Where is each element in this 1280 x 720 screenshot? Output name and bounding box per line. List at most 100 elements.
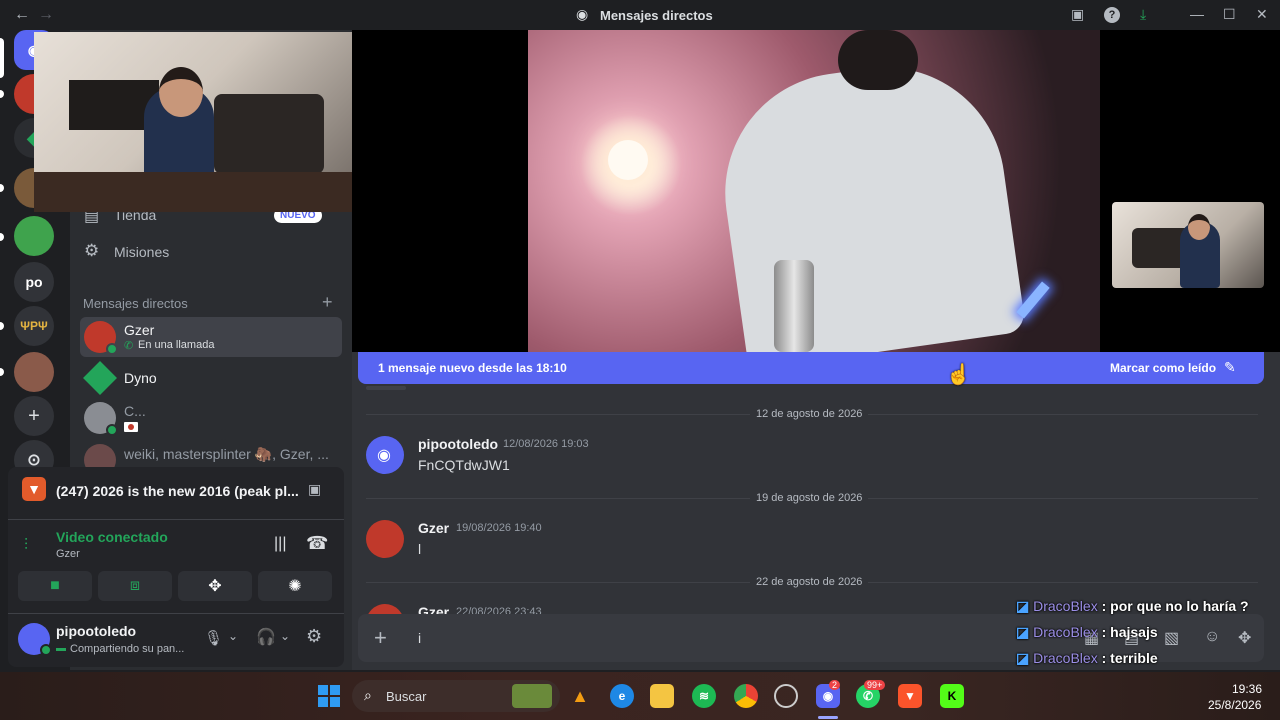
server-po[interactable]: po xyxy=(14,262,54,302)
discord-badge: 2 xyxy=(829,680,841,690)
add-dm-button[interactable]: + xyxy=(322,292,333,313)
soundboard-button[interactable]: ✺ xyxy=(258,571,332,601)
date-label: 22 de agosto de 2026 xyxy=(750,576,869,588)
taskbar-search[interactable]: ⌕ Buscar xyxy=(352,680,560,712)
stream-chat-line: ◪ DracoBlex : por que no lo haría ? xyxy=(1016,598,1249,615)
new-messages-bar[interactable]: 1 mensaje nuevo desde las 18:10 Marcar c… xyxy=(358,352,1264,384)
dm-item-dyno[interactable]: Dyno xyxy=(80,358,342,398)
partial-message xyxy=(366,386,406,390)
stop-stream-icon[interactable]: ▣ xyxy=(308,481,321,498)
server-psi[interactable]: ΨPΨ xyxy=(14,306,54,346)
dm-status: En una llamada xyxy=(138,339,215,351)
online-status-icon xyxy=(40,644,52,656)
unread-pill xyxy=(0,184,4,192)
user-status: Compartiendo su pan... xyxy=(70,643,185,655)
window-title: Mensajes directos xyxy=(600,8,713,23)
clock-date[interactable]: 25/8/2026 xyxy=(1208,698,1261,712)
activities-button[interactable]: ✥ xyxy=(178,571,252,601)
dm-item-gzer[interactable]: Gzer ✆ En una llamada xyxy=(80,317,342,357)
back-arrow-icon[interactable]: ← xyxy=(14,6,30,24)
person-hoodie xyxy=(709,51,1027,352)
divider xyxy=(8,613,344,614)
microphone-icon[interactable]: 🎙 xyxy=(204,629,223,647)
voice-status[interactable]: Video conectado xyxy=(56,529,168,545)
stream-chat-line: ◪ DracoBlex : terrible xyxy=(1016,650,1158,667)
add-server-icon[interactable]: + xyxy=(14,396,54,436)
headphones-icon[interactable]: 🎧 xyxy=(256,627,276,647)
chat-area: 12 de agosto de 2026 ◉ pipootoledo 12/08… xyxy=(352,352,1280,670)
self-video-pip[interactable] xyxy=(1112,202,1264,288)
search-icon: ⌕ xyxy=(364,687,372,703)
chevron-down-icon[interactable]: ⌄ xyxy=(280,629,290,643)
message-avatar[interactable] xyxy=(366,520,404,558)
active-indicator xyxy=(818,716,838,719)
apps-icon[interactable]: ✥ xyxy=(1238,628,1251,648)
message-time: 19/08/2026 19:40 xyxy=(456,522,542,534)
discord-logo-icon: ◉ xyxy=(377,447,391,464)
kick-icon[interactable]: K xyxy=(940,684,964,708)
voice-panel: ▼ (247) 2026 is the new 2016 (peak pl...… xyxy=(8,467,344,667)
headboard xyxy=(214,94,324,174)
activity-title: (247) 2026 is the new 2016 (peak pl... xyxy=(56,483,299,499)
screen-share-button[interactable]: ⧈ xyxy=(98,571,172,601)
clock-time[interactable]: 19:36 xyxy=(1232,682,1262,696)
search-highlight-image xyxy=(512,684,552,708)
message-input[interactable]: i xyxy=(418,630,421,646)
obs-icon[interactable] xyxy=(774,684,798,708)
chevron-down-icon[interactable]: ⌄ xyxy=(228,629,238,643)
message-text: l xyxy=(418,541,422,557)
disconnect-icon[interactable]: ☎ xyxy=(306,533,328,554)
settings-gear-icon[interactable]: ⚙ xyxy=(306,626,322,647)
lamp-light xyxy=(608,140,648,180)
download-icon[interactable]: ⤓ xyxy=(1140,6,1146,23)
person-hair xyxy=(838,30,918,90)
forward-arrow-icon[interactable]: → xyxy=(38,6,54,24)
missions-icon: ⚙ xyxy=(84,241,100,260)
missions-label[interactable]: Misiones xyxy=(114,244,169,260)
sticker-icon[interactable]: ▧ xyxy=(1164,628,1179,648)
chat-text: : por que no lo haría ? xyxy=(1101,598,1249,614)
main-video-stream[interactable] xyxy=(528,30,1100,352)
desk xyxy=(34,172,352,212)
screen-share-status-icon: ▬ xyxy=(56,643,66,654)
noise-suppression-icon[interactable]: ||| xyxy=(274,535,286,553)
chrome-icon[interactable] xyxy=(734,684,758,708)
video-call-area xyxy=(352,30,1280,352)
brave-taskbar-icon[interactable]: ▼ xyxy=(898,684,922,708)
mark-read-button[interactable]: Marcar como leído xyxy=(1110,361,1216,375)
dm-name: Gzer xyxy=(124,322,155,338)
add-attachment-icon[interactable]: + xyxy=(374,625,387,651)
vlc-icon[interactable]: ▲ xyxy=(568,684,592,708)
camera-button[interactable]: ■ xyxy=(18,571,92,601)
message-text: FnCQTdwJW1 xyxy=(418,457,510,473)
help-icon[interactable]: ? xyxy=(1104,7,1120,23)
dm-item[interactable]: C... xyxy=(80,398,342,438)
maximize-icon[interactable]: ☐ xyxy=(1223,6,1236,23)
emoji-icon[interactable]: ☺ xyxy=(1204,628,1220,646)
close-icon[interactable]: ✕ xyxy=(1256,6,1268,23)
server-icon[interactable] xyxy=(14,216,54,256)
message-time: 12/08/2026 19:03 xyxy=(503,438,589,450)
dyno-avatar xyxy=(83,361,117,395)
message-author[interactable]: Gzer xyxy=(418,520,449,536)
divider xyxy=(8,519,344,520)
online-status-icon xyxy=(106,424,118,436)
stream-chat-line: ◪ DracoBlex : hajsajs xyxy=(1016,624,1158,641)
edge-icon[interactable]: e xyxy=(610,684,634,708)
spotify-icon[interactable]: ≋ xyxy=(692,684,716,708)
minimize-icon[interactable]: — xyxy=(1190,6,1204,22)
chat-text: : hajsajs xyxy=(1101,624,1158,640)
message-author: Gzer xyxy=(418,604,450,614)
connection-signal-icon: ⫶ xyxy=(24,537,29,554)
voice-channel: Gzer xyxy=(56,548,80,560)
streamer-webcam-overlay xyxy=(34,32,352,212)
online-status-icon xyxy=(106,343,118,355)
dm-icon: ◉ xyxy=(576,6,589,22)
server-icon[interactable] xyxy=(14,352,54,392)
inbox-icon[interactable]: ▣ xyxy=(1071,6,1084,23)
twitch-icon: ◪ xyxy=(1016,624,1030,640)
message-author[interactable]: pipootoledo xyxy=(418,436,498,452)
file-explorer-icon[interactable] xyxy=(650,684,674,708)
windows-start-icon[interactable] xyxy=(318,685,340,707)
flag-icon xyxy=(124,422,138,432)
